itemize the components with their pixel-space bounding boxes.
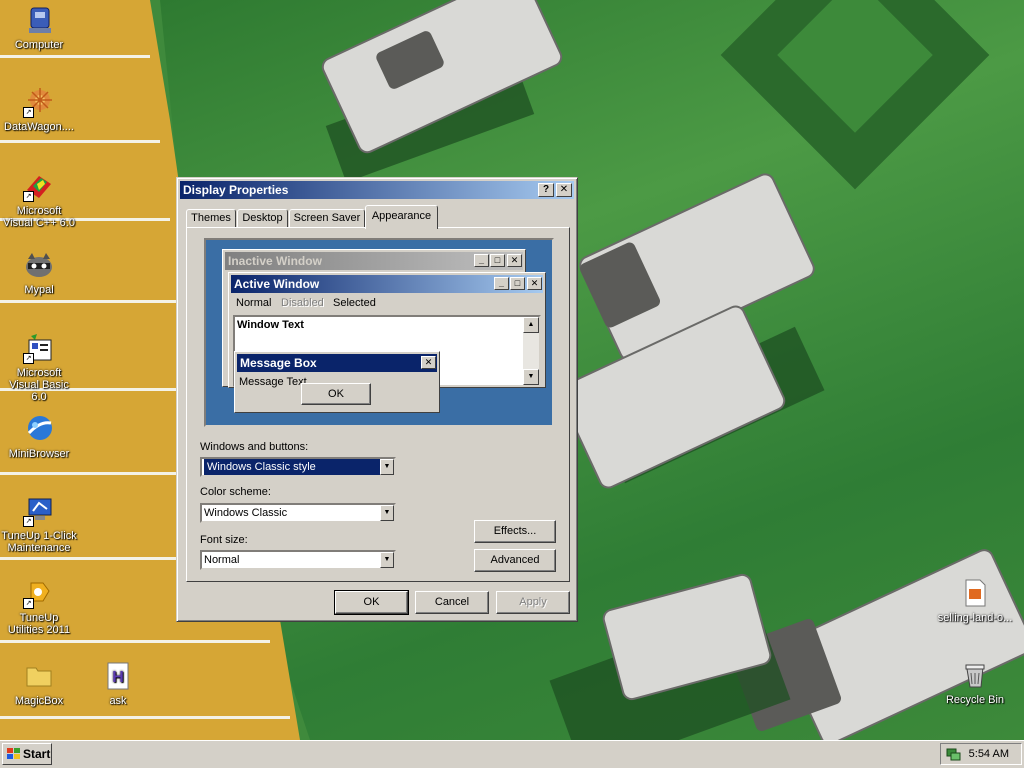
font-size-label: Font size:: [200, 534, 248, 546]
tab-desktop[interactable]: Desktop: [237, 209, 288, 228]
tab-appearance[interactable]: Appearance: [365, 205, 438, 229]
taskbar: Start 5:54 AM: [0, 740, 1024, 768]
desktop-icon-minibrowser[interactable]: MiniBrowser: [1, 413, 77, 460]
windows-buttons-label: Windows and buttons:: [200, 441, 309, 453]
close-button[interactable]: ✕: [556, 183, 572, 197]
preview-inactive-titlebar: Inactive Window _ □ ✕: [225, 252, 523, 270]
ok-button[interactable]: OK: [334, 590, 409, 615]
h-document-icon: H: [102, 660, 134, 692]
desktop-icon-computer[interactable]: Computer: [1, 4, 77, 51]
desktop-icon-mypal[interactable]: Mypal: [1, 249, 77, 296]
scroll-down-icon: ▼: [523, 369, 539, 385]
desktop-icon-magicbox[interactable]: MagicBox: [1, 660, 77, 707]
preview-window-text: Window Text: [237, 319, 304, 331]
effects-button[interactable]: Effects...: [474, 520, 556, 543]
preview-scrollbar: ▲ ▼: [523, 317, 539, 385]
advanced-button[interactable]: Advanced: [474, 549, 556, 572]
system-tray: 5:54 AM: [940, 743, 1022, 765]
svg-text:H: H: [112, 669, 124, 686]
apply-button[interactable]: Apply: [496, 591, 570, 614]
cancel-button[interactable]: Cancel: [415, 591, 489, 614]
network-tray-icon[interactable]: [945, 747, 961, 761]
minimize-icon: _: [474, 254, 489, 267]
close-icon: ✕: [421, 356, 436, 369]
preview-message-text: Message Text: [239, 376, 307, 388]
windows-logo-icon: [7, 748, 20, 759]
chevron-down-icon[interactable]: ▼: [380, 505, 394, 521]
dialog-title: Display Properties: [183, 183, 289, 197]
font-size-select[interactable]: Normal ▼: [200, 550, 396, 570]
minimize-icon: _: [494, 277, 509, 290]
chevron-down-icon[interactable]: ▼: [380, 552, 394, 568]
shortcut-arrow-icon: ↗: [23, 353, 34, 364]
tuneup-utilities-icon: ↗: [23, 577, 55, 609]
preview-menu-disabled: Disabled: [281, 297, 324, 309]
chevron-down-icon[interactable]: ▼: [380, 459, 394, 475]
color-scheme-label: Color scheme:: [200, 486, 271, 498]
close-icon: ✕: [527, 277, 542, 290]
appearance-preview: Inactive Window _ □ ✕ Active Window _ □ …: [204, 238, 554, 427]
shortcut-arrow-icon: ↗: [23, 598, 34, 609]
document-icon: [959, 577, 991, 609]
desktop-icon-visual-cpp[interactable]: ↗ Microsoft Visual C++ 6.0: [1, 170, 77, 229]
maximize-icon: □: [490, 254, 505, 267]
desktop-icon-datawagon[interactable]: ↗ DataWagon....: [1, 86, 77, 133]
folder-icon: [23, 660, 55, 692]
shortcut-arrow-icon: ↗: [23, 191, 34, 202]
preview-active-titlebar: Active Window _ □ ✕: [231, 275, 543, 293]
desktop-icon-ask[interactable]: H ask: [80, 660, 156, 707]
minibrowser-globe-icon: [23, 413, 55, 445]
desktop-icon-tuneup-maintenance[interactable]: ↗ TuneUp 1-Click Maintenance: [1, 495, 77, 554]
tab-screen-saver[interactable]: Screen Saver: [289, 209, 365, 228]
windows-buttons-select[interactable]: Windows Classic style ▼: [200, 457, 396, 477]
dialog-titlebar[interactable]: Display Properties ? ✕: [180, 181, 574, 199]
tuneup-monitor-icon: ↗: [23, 495, 55, 527]
scroll-up-icon: ▲: [523, 317, 539, 333]
shortcut-arrow-icon: ↗: [23, 516, 34, 527]
preview-message-titlebar: Message Box ✕: [237, 354, 437, 372]
visual-cpp-icon: ↗: [23, 170, 55, 202]
tab-themes[interactable]: Themes: [186, 209, 236, 228]
mypal-raccoon-icon: [23, 249, 55, 281]
preview-message-box: Message Box ✕ Message Text OK: [234, 351, 440, 413]
desktop-icon-recycle-bin[interactable]: Recycle Bin: [937, 659, 1013, 706]
color-scheme-select[interactable]: Windows Classic ▼: [200, 503, 396, 523]
computer-icon: [23, 4, 55, 36]
preview-menu-normal: Normal: [236, 297, 272, 309]
preview-menu-selected: Selected: [333, 297, 376, 309]
start-button[interactable]: Start: [2, 743, 52, 765]
visual-basic-icon: ↗: [23, 332, 55, 364]
close-icon: ✕: [507, 254, 522, 267]
shortcut-arrow-icon: ↗: [23, 107, 34, 118]
recycle-bin-icon: [959, 659, 991, 691]
maximize-icon: □: [510, 277, 525, 290]
preview-ok-button: OK: [301, 383, 371, 405]
datawagon-icon: ↗: [23, 86, 55, 118]
clock[interactable]: 5:54 AM: [969, 748, 1009, 760]
desktop-icon-selling-land[interactable]: selling-land-o...: [937, 577, 1013, 624]
desktop-icon-tuneup-utilities[interactable]: ↗ TuneUp Utilities 2011: [1, 577, 77, 636]
help-button[interactable]: ?: [538, 183, 554, 197]
desktop-icon-visual-basic[interactable]: ↗ Microsoft Visual Basic 6.0: [1, 332, 77, 403]
